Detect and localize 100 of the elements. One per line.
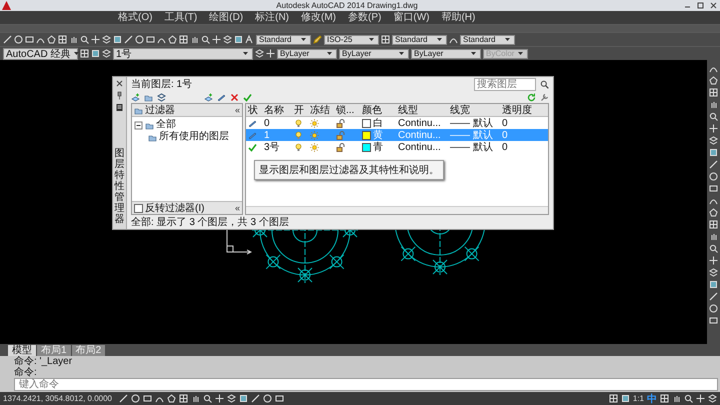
menu-item[interactable]: 绘图(D) bbox=[209, 11, 244, 24]
rectangle-icon[interactable] bbox=[25, 35, 34, 44]
circle-icon[interactable] bbox=[263, 394, 272, 403]
menu-item[interactable]: 参数(P) bbox=[348, 11, 382, 24]
column-header[interactable]: 状 bbox=[246, 103, 262, 117]
move-icon[interactable] bbox=[215, 394, 224, 403]
column-header[interactable]: 透明度 bbox=[500, 103, 536, 117]
grid-icon[interactable] bbox=[660, 394, 669, 403]
layer-dropdown[interactable]: 1号 bbox=[113, 48, 253, 60]
unlocked-padlock-icon[interactable] bbox=[336, 118, 345, 128]
search-field[interactable]: 搜索图层 bbox=[474, 78, 536, 90]
filter-item[interactable]: 所有使用的图层 bbox=[159, 131, 229, 143]
circle-icon[interactable] bbox=[14, 35, 23, 44]
input-method-indicator[interactable]: 中 bbox=[647, 392, 657, 405]
filter-item[interactable]: 全部 bbox=[156, 119, 176, 131]
column-header[interactable]: 名称 bbox=[262, 103, 292, 117]
menu-item[interactable]: 修改(M) bbox=[301, 11, 336, 24]
zoom-icon[interactable] bbox=[684, 394, 693, 403]
menu-item[interactable]: 格式(O) bbox=[118, 11, 152, 24]
zoom-icon[interactable] bbox=[709, 244, 718, 253]
circle-icon[interactable] bbox=[131, 394, 140, 403]
zoom-icon[interactable] bbox=[201, 35, 210, 44]
maximize-icon[interactable] bbox=[696, 1, 705, 10]
square-icon[interactable] bbox=[709, 280, 718, 289]
text-style-icon[interactable] bbox=[245, 35, 254, 44]
grid-icon[interactable] bbox=[709, 220, 718, 229]
square-icon[interactable] bbox=[91, 49, 100, 58]
new-layer-icon[interactable] bbox=[131, 92, 140, 102]
workspace-dropdown[interactable]: AutoCAD 经典 bbox=[3, 48, 78, 60]
color-dropdown[interactable]: ByLayer bbox=[277, 48, 337, 58]
line-icon[interactable] bbox=[709, 160, 718, 169]
linetype-dropdown[interactable]: ByLayer bbox=[339, 48, 409, 58]
polygon-icon[interactable] bbox=[709, 208, 718, 217]
layout-tab[interactable]: 模型 bbox=[8, 345, 36, 356]
column-header[interactable]: 开 bbox=[292, 103, 308, 117]
text-style-dropdown[interactable]: Standard bbox=[256, 34, 311, 44]
lightbulb-icon[interactable] bbox=[294, 118, 303, 128]
grid-icon[interactable] bbox=[179, 35, 188, 44]
line-icon[interactable] bbox=[3, 35, 12, 44]
move-icon[interactable] bbox=[696, 394, 705, 403]
square-icon[interactable] bbox=[709, 148, 718, 157]
new-layer-icon[interactable] bbox=[204, 92, 213, 102]
grid-icon[interactable] bbox=[179, 394, 188, 403]
refresh-icon[interactable] bbox=[527, 92, 536, 102]
collapse-button[interactable]: « bbox=[234, 203, 240, 213]
horizontal-scrollbar[interactable] bbox=[246, 206, 548, 214]
line-icon[interactable] bbox=[709, 292, 718, 301]
column-header[interactable]: 线宽 bbox=[448, 103, 500, 117]
collapse-button[interactable]: « bbox=[234, 105, 240, 115]
layer-stack-icon[interactable] bbox=[157, 92, 166, 102]
line-icon[interactable] bbox=[119, 394, 128, 403]
wrench-icon[interactable] bbox=[540, 92, 549, 102]
column-header[interactable]: 冻结 bbox=[308, 103, 334, 117]
square-icon[interactable] bbox=[113, 35, 122, 44]
grid-icon[interactable] bbox=[709, 88, 718, 97]
unlocked-padlock-icon[interactable] bbox=[336, 142, 345, 152]
move-icon[interactable] bbox=[709, 124, 718, 133]
rectangle-icon[interactable] bbox=[709, 316, 718, 325]
menu-item[interactable]: 工具(T) bbox=[164, 11, 198, 24]
layer-row[interactable]: 3号 青 Continu... —— 默认 0 bbox=[246, 141, 548, 153]
sun-icon[interactable] bbox=[310, 130, 319, 140]
line-icon[interactable] bbox=[124, 35, 133, 44]
menu-item[interactable]: 窗口(W) bbox=[393, 11, 430, 24]
square-icon[interactable] bbox=[234, 35, 243, 44]
rectangle-icon[interactable] bbox=[709, 184, 718, 193]
circle-icon[interactable] bbox=[709, 172, 718, 181]
zoom-icon[interactable] bbox=[80, 35, 89, 44]
zoom-icon[interactable] bbox=[203, 394, 212, 403]
checkmark-icon[interactable] bbox=[243, 92, 252, 102]
move-icon[interactable] bbox=[91, 35, 100, 44]
properties-icon[interactable] bbox=[115, 103, 124, 112]
lightbulb-icon[interactable] bbox=[294, 130, 303, 140]
dimension-style-dropdown[interactable]: ISO-25 bbox=[324, 34, 379, 44]
circle-icon[interactable] bbox=[709, 304, 718, 313]
rectangle-icon[interactable] bbox=[146, 35, 155, 44]
line-icon[interactable] bbox=[251, 394, 260, 403]
polygon-icon[interactable] bbox=[709, 76, 718, 85]
rectangle-icon[interactable] bbox=[275, 394, 284, 403]
close-icon[interactable] bbox=[115, 79, 124, 88]
column-header[interactable]: 线型 bbox=[396, 103, 448, 117]
close-icon[interactable] bbox=[709, 1, 718, 10]
menu-item[interactable]: 标注(N) bbox=[255, 11, 290, 24]
grid-icon[interactable] bbox=[608, 394, 618, 403]
polygon-icon[interactable] bbox=[47, 35, 56, 44]
grid-icon[interactable] bbox=[80, 49, 89, 58]
move-icon[interactable] bbox=[212, 35, 221, 44]
grid-icon[interactable] bbox=[381, 35, 390, 44]
sun-icon[interactable] bbox=[310, 118, 319, 128]
square-icon[interactable] bbox=[620, 394, 630, 403]
delete-icon[interactable] bbox=[230, 92, 239, 102]
move-icon[interactable] bbox=[709, 256, 718, 265]
pencil-icon[interactable] bbox=[313, 35, 322, 44]
lineweight-dropdown[interactable]: ByLayer bbox=[411, 48, 481, 58]
lightbulb-icon[interactable] bbox=[294, 142, 303, 152]
move-icon[interactable] bbox=[266, 49, 275, 58]
grid-icon[interactable] bbox=[58, 35, 67, 44]
table-style-dropdown[interactable]: Standard bbox=[392, 34, 447, 44]
color-swatch[interactable] bbox=[362, 142, 371, 152]
column-header[interactable]: 颜色 bbox=[360, 103, 396, 117]
menu-item[interactable]: 帮助(H) bbox=[441, 11, 476, 24]
